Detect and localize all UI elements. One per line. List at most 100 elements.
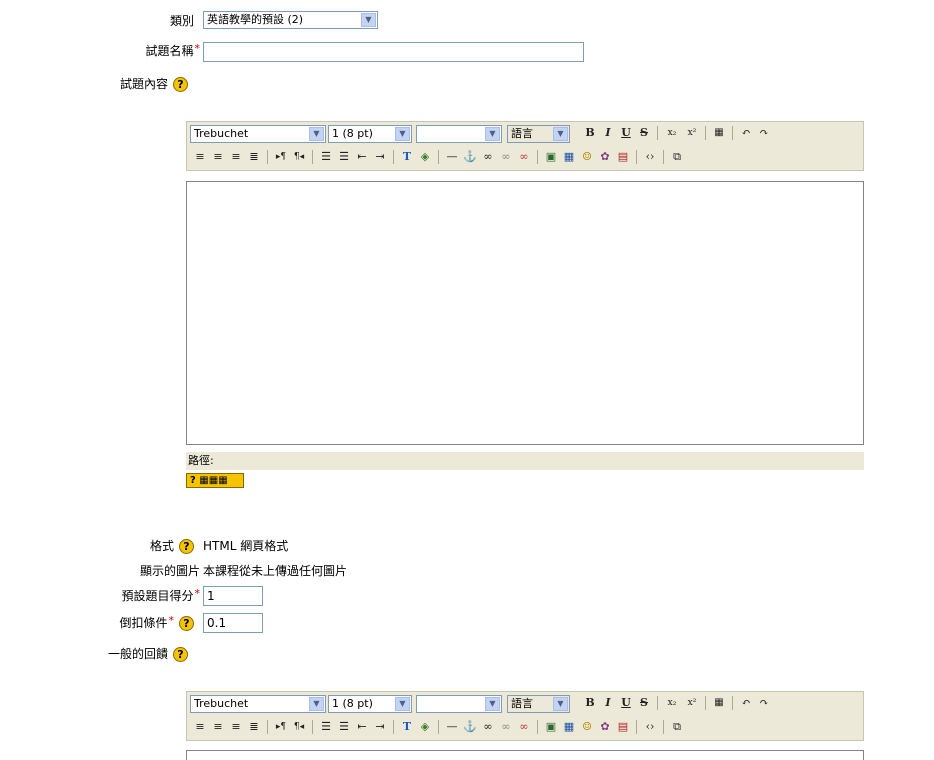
redo-icon[interactable]: ↷ [756,125,772,141]
smiley-icon[interactable]: ☺ [579,719,595,735]
background-color-icon[interactable]: ◈ [417,719,433,735]
align-center-icon[interactable]: ≡ [210,719,226,735]
question-name-label: 試題名稱* [145,42,200,59]
language-select[interactable]: 語言 ▼ [507,695,570,713]
category-label: 類別 [169,14,194,28]
html-source-icon[interactable]: ‹› [642,149,658,165]
underline-icon[interactable]: U [618,125,634,141]
unordered-list-icon[interactable]: ☰ [336,149,352,165]
background-color-icon[interactable]: ◈ [417,149,433,165]
toolbar-row-2: ≡ ≡ ≡ ≣ ▸¶ ¶◂ ☰ ☰ ⇤ ⇥ T ◈ — ⚓ ∞ ∞ ∞ ▣ ▦ … [187,716,863,738]
search-replace-icon[interactable]: ▤ [615,149,631,165]
indent-icon[interactable]: ⇥ [372,149,388,165]
unordered-list-icon[interactable]: ☰ [336,719,352,735]
special-char-icon[interactable]: ✿ [597,149,613,165]
bold-icon[interactable]: B [582,125,598,141]
link-icon[interactable]: ∞ [480,149,496,165]
subscript-icon[interactable]: x₂ [664,695,680,711]
language-select[interactable]: 語言 ▼ [507,125,570,143]
feedback-editor[interactable] [186,750,864,760]
unlink-icon[interactable]: ∞ [498,719,514,735]
strikethrough-icon[interactable]: S [636,695,652,711]
keyboard-help-button[interactable]: ? ▦▦▦ [186,473,244,488]
help-icon[interactable]: ? [179,539,194,554]
anchor-icon[interactable]: ⚓ [462,149,478,165]
special-char-icon[interactable]: ✿ [597,719,613,735]
ordered-list-icon[interactable]: ☰ [318,719,334,735]
align-center-icon[interactable]: ≡ [210,149,226,165]
subscript-icon[interactable]: x₂ [664,125,680,141]
general-feedback-label-text: 一般的回饋 [107,647,168,661]
align-right-icon[interactable]: ≡ [228,719,244,735]
insert-image-icon[interactable]: ▣ [543,149,559,165]
toolbar-row-1: Trebuchet ▼ 1 (8 pt) ▼ ▼ 語言 ▼ B I U S x₂… [187,122,863,144]
italic-icon[interactable]: I [600,695,616,711]
justify-icon[interactable]: ≣ [246,719,262,735]
align-right-icon[interactable]: ≡ [228,149,244,165]
chevron-down-icon: ▼ [485,127,500,141]
size-select[interactable]: 1 (8 pt) ▼ [328,125,412,143]
bold-icon[interactable]: B [582,695,598,711]
superscript-icon[interactable]: x² [684,695,700,711]
undo-icon[interactable]: ↶ [738,125,754,141]
penalty-input[interactable] [203,613,263,633]
superscript-icon[interactable]: x² [684,125,700,141]
unlink-icon[interactable]: ∞ [498,149,514,165]
fullscreen-icon[interactable]: ⧉ [669,719,685,735]
ordered-list-icon[interactable]: ☰ [318,149,334,165]
clean-word-icon[interactable]: ▦ [711,125,727,141]
editor-path-bar: 路徑: [186,452,864,470]
category-select[interactable]: 英語教學的預設 (2) ▼ [203,11,378,29]
size-select-value: 1 (8 pt) [332,697,373,710]
indent-icon[interactable]: ⇥ [372,719,388,735]
default-grade-input[interactable] [203,586,263,606]
chevron-down-icon: ▼ [309,697,324,711]
horizontal-rule-icon[interactable]: — [444,149,460,165]
font-select[interactable]: Trebuchet ▼ [190,695,326,713]
chevron-down-icon: ▼ [361,13,376,27]
italic-icon[interactable]: I [600,125,616,141]
penalty-label: 倒扣條件*? [119,614,194,631]
help-icon[interactable]: ? [173,77,188,92]
smiley-icon[interactable]: ☺ [579,149,595,165]
size-select-value: 1 (8 pt) [332,127,373,140]
rtl-icon[interactable]: ¶◂ [291,149,307,165]
horizontal-rule-icon[interactable]: — [444,719,460,735]
align-left-icon[interactable]: ≡ [192,149,208,165]
size-select[interactable]: 1 (8 pt) ▼ [328,695,412,713]
question-name-input[interactable] [203,42,584,62]
question-text-editor[interactable] [186,181,864,445]
style-select[interactable]: ▼ [416,125,502,143]
outdent-icon[interactable]: ⇤ [354,719,370,735]
text-color-icon[interactable]: T [399,149,415,165]
insert-table-icon[interactable]: ▦ [561,149,577,165]
text-color-icon[interactable]: T [399,719,415,735]
undo-icon[interactable]: ↶ [738,695,754,711]
fullscreen-icon[interactable]: ⧉ [669,149,685,165]
chevron-down-icon: ▼ [309,127,324,141]
required-icon: * [194,587,201,600]
style-select[interactable]: ▼ [416,695,502,713]
align-left-icon[interactable]: ≡ [192,719,208,735]
outdent-icon[interactable]: ⇤ [354,149,370,165]
ltr-icon[interactable]: ▸¶ [273,149,289,165]
help-icon[interactable]: ? [179,616,194,631]
html-source-icon[interactable]: ‹› [642,719,658,735]
insert-image-icon[interactable]: ▣ [543,719,559,735]
redo-icon[interactable]: ↷ [756,695,772,711]
justify-icon[interactable]: ≣ [246,149,262,165]
font-select[interactable]: Trebuchet ▼ [190,125,326,143]
nolink-icon[interactable]: ∞ [516,719,532,735]
search-replace-icon[interactable]: ▤ [615,719,631,735]
link-icon[interactable]: ∞ [480,719,496,735]
ltr-icon[interactable]: ▸¶ [273,719,289,735]
nolink-icon[interactable]: ∞ [516,149,532,165]
rtl-icon[interactable]: ¶◂ [291,719,307,735]
underline-icon[interactable]: U [618,695,634,711]
clean-word-icon[interactable]: ▦ [711,695,727,711]
strikethrough-icon[interactable]: S [636,125,652,141]
insert-table-icon[interactable]: ▦ [561,719,577,735]
chevron-down-icon: ▼ [485,697,500,711]
anchor-icon[interactable]: ⚓ [462,719,478,735]
help-icon[interactable]: ? [173,647,188,662]
